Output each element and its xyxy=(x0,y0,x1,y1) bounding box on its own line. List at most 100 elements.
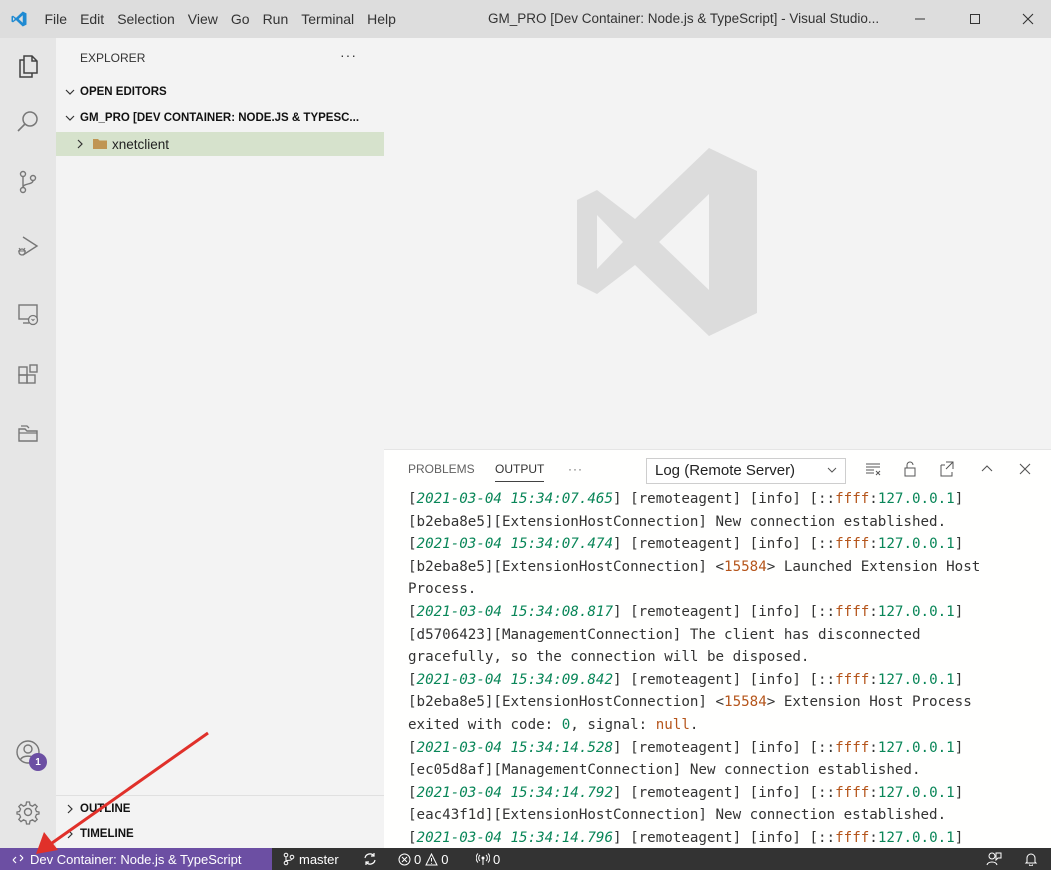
problems-indicator[interactable]: 0 0 xyxy=(398,848,448,870)
notifications-button[interactable] xyxy=(1024,848,1038,870)
close-panel-button[interactable] xyxy=(1016,460,1034,478)
log-text: [b2eba8e5][ExtensionHostConnection] < xyxy=(408,558,725,575)
search-button[interactable] xyxy=(0,98,56,146)
log-text: ffff xyxy=(835,784,870,801)
open-log-file-button[interactable] xyxy=(938,460,956,478)
branch-name: master xyxy=(299,851,339,867)
panel-tabs: PROBLEMS OUTPUT ··· Log (Remote Server) xyxy=(384,450,1051,488)
log-timestamp: 2021-03-04 15:34:14.796 xyxy=(416,829,614,846)
feedback-button[interactable] xyxy=(986,848,1002,870)
source-control-button[interactable] xyxy=(0,158,56,206)
log-text: exited with code: xyxy=(408,716,562,733)
minimize-button[interactable] xyxy=(897,0,943,38)
log-text: 127.0.0.1 xyxy=(877,603,955,620)
log-text: : xyxy=(869,671,878,688)
log-line: [2021-03-04 15:34:14.528] [remoteagent] … xyxy=(408,737,1048,760)
output-channel-select[interactable]: Log (Remote Server) xyxy=(646,458,846,484)
workspace-section[interactable]: GM_PRO [DEV CONTAINER: NODE.JS & TYPESC.… xyxy=(56,106,384,130)
maximize-icon xyxy=(970,14,980,24)
output-channel-value: Log (Remote Server) xyxy=(655,462,796,479)
menu-view[interactable]: View xyxy=(181,11,224,27)
log-text: 127.0.0.1 xyxy=(877,491,955,507)
folder-icon xyxy=(92,138,112,150)
log-text: ffff xyxy=(835,829,870,846)
log-text: ffff xyxy=(835,671,870,688)
log-bracket: [ xyxy=(408,491,417,507)
remote-indicator[interactable]: Dev Container: Node.js & TypeScript xyxy=(0,848,272,870)
panel-more-tabs[interactable]: ··· xyxy=(568,450,583,488)
explorer-button[interactable] xyxy=(0,42,56,90)
run-debug-button[interactable] xyxy=(0,222,56,270)
run-debug-icon xyxy=(18,236,39,256)
menu-go[interactable]: Go xyxy=(224,11,256,27)
outline-section[interactable]: OUTLINE xyxy=(56,797,384,821)
log-text: : xyxy=(869,829,878,846)
menu-run[interactable]: Run xyxy=(256,11,295,27)
log-text: , signal: xyxy=(570,716,656,733)
folder-stack-icon xyxy=(18,425,38,442)
bell-icon xyxy=(1024,853,1038,866)
tab-output[interactable]: OUTPUT xyxy=(495,450,545,488)
log-text: : xyxy=(869,784,878,801)
close-button[interactable] xyxy=(1005,0,1051,38)
ports-indicator[interactable]: 0 xyxy=(476,848,500,870)
workspace-label: GM_PRO [DEV CONTAINER: NODE.JS & TYPESC.… xyxy=(80,112,360,124)
log-line: gracefully, so the connection will be di… xyxy=(408,646,1048,669)
open-editors-section[interactable]: OPEN EDITORS xyxy=(56,80,384,104)
remote-icon xyxy=(12,853,24,865)
maximize-panel-button[interactable] xyxy=(978,460,996,478)
log-text: : xyxy=(869,536,878,553)
log-line: [2021-03-04 15:34:07.465] [remoteagent] … xyxy=(408,488,1048,511)
remote-label: Dev Container: Node.js & TypeScript xyxy=(30,851,242,867)
log-text: ] [remoteagent] [info] [:: xyxy=(613,603,836,620)
remote-explorer-button[interactable] xyxy=(0,290,56,338)
log-text: ] [remoteagent] [info] [:: xyxy=(613,536,836,553)
log-text: > Extension Host Process xyxy=(766,694,972,711)
project-manager-button[interactable] xyxy=(0,410,56,458)
sync-button[interactable] xyxy=(363,848,377,870)
manage-button[interactable] xyxy=(0,788,56,836)
branch-indicator[interactable]: master xyxy=(283,848,339,870)
tab-problems[interactable]: PROBLEMS xyxy=(408,450,475,488)
remote-explorer-icon xyxy=(18,304,39,326)
menu-help[interactable]: Help xyxy=(361,11,403,27)
log-text: 127.0.0.1 xyxy=(877,784,955,801)
lock-scroll-button[interactable] xyxy=(901,460,919,478)
chevron-up-icon xyxy=(981,465,993,472)
log-text: 127.0.0.1 xyxy=(877,671,955,688)
menu-file[interactable]: File xyxy=(38,11,74,27)
menu-edit[interactable]: Edit xyxy=(74,11,111,27)
extensions-button[interactable] xyxy=(0,352,56,400)
menu-terminal[interactable]: Terminal xyxy=(295,11,361,27)
log-text: 127.0.0.1 xyxy=(877,829,955,846)
broadcast-icon xyxy=(476,852,490,866)
timeline-section[interactable]: TIMELINE xyxy=(56,822,384,846)
log-bracket: [ xyxy=(408,603,417,620)
log-text: ffff xyxy=(835,536,870,553)
log-bracket: [ xyxy=(408,784,417,801)
log-line: [ec05d8af][ManagementConnection] New con… xyxy=(408,759,1048,782)
maximize-button[interactable] xyxy=(952,0,998,38)
clear-all-icon xyxy=(866,463,881,476)
log-text: ffff xyxy=(835,739,870,756)
log-text: ] [remoteagent] [info] [:: xyxy=(613,829,836,846)
files-icon xyxy=(19,55,38,78)
log-text: [b2eba8e5][ExtensionHostConnection] New … xyxy=(408,513,947,530)
clear-output-button[interactable] xyxy=(864,460,882,478)
search-icon xyxy=(17,111,38,132)
sidebar-title: EXPLORER xyxy=(80,51,146,65)
log-text: ] xyxy=(954,491,964,507)
feedback-icon xyxy=(986,852,1002,866)
sidebar-more-actions[interactable]: ··· xyxy=(340,38,357,78)
warning-count: 0 xyxy=(441,851,449,867)
log-line: [b2eba8e5][ExtensionHostConnection] <155… xyxy=(408,556,1048,579)
log-timestamp: 2021-03-04 15:34:14.528 xyxy=(416,739,614,756)
log-timestamp: 2021-03-04 15:34:07.474 xyxy=(416,536,614,553)
accounts-button[interactable] xyxy=(0,728,56,776)
log-text: ] [remoteagent] [info] [:: xyxy=(613,784,836,801)
log-text: 0 xyxy=(561,716,571,733)
log-text: ] xyxy=(954,536,964,553)
folder-item-xnetclient[interactable]: xnetclient xyxy=(56,132,384,156)
log-line: exited with code: 0, signal: null. xyxy=(408,714,1048,737)
menu-selection[interactable]: Selection xyxy=(111,11,182,27)
